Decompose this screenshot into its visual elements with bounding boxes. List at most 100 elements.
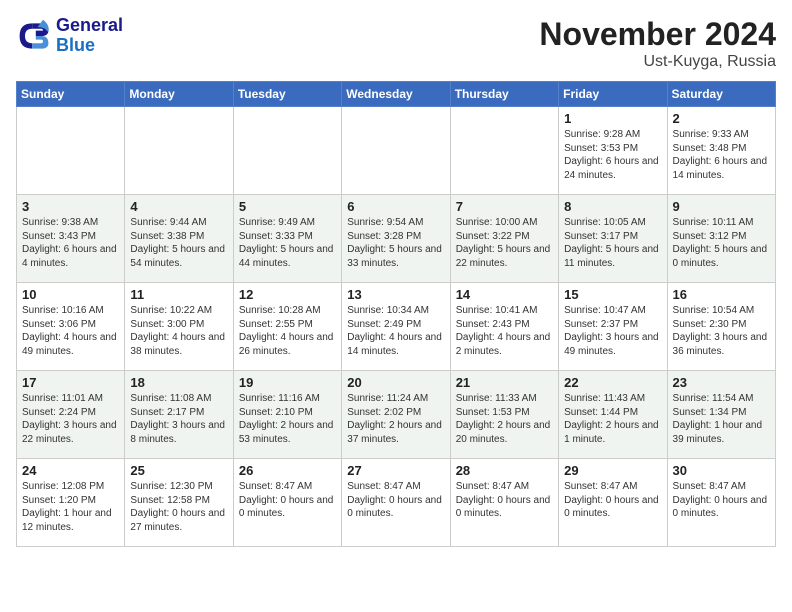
weekday-header: Wednesday — [342, 82, 450, 107]
title-block: November 2024 Ust-Kuyga, Russia — [539, 16, 776, 71]
day-info: Sunrise: 10:28 AM Sunset: 2:55 PM Daylig… — [239, 304, 336, 358]
weekday-header: Monday — [125, 82, 233, 107]
calendar-cell: 22 Sunrise: 11:43 AM Sunset: 1:44 PM Dayl… — [559, 371, 667, 459]
day-info: Sunrise: 11:33 AM Sunset: 1:53 PM Daylig… — [456, 392, 553, 446]
day-info: Sunrise: 10:16 AM Sunset: 3:06 PM Daylig… — [22, 304, 119, 358]
day-info: Sunrise: 10:54 AM Sunset: 2:30 PM Daylig… — [673, 304, 770, 358]
location: Ust-Kuyga, Russia — [539, 53, 776, 71]
calendar-cell: 20 Sunrise: 11:24 AM Sunset: 2:02 PM Dayl… — [342, 371, 450, 459]
calendar-cell: 30 Sunset: 8:47 AM Daylight: 0 hours and … — [667, 459, 775, 547]
day-info: Sunrise: 11:08 AM Sunset: 2:17 PM Daylig… — [130, 392, 227, 446]
logo-general: General — [56, 16, 123, 36]
weekday-header: Friday — [559, 82, 667, 107]
calendar-cell: 29Sunset: 8:47 AM Daylight: 0 hours and … — [559, 459, 667, 547]
day-info: Sunset: 8:47 AM Daylight: 0 hours and 0 … — [456, 480, 553, 521]
calendar-cell — [342, 107, 450, 195]
day-info: Sunrise: 11:24 AM Sunset: 2:02 PM Daylig… — [347, 392, 444, 446]
day-info: Sunset: 8:47 AM Daylight: 0 hours and 0 … — [347, 480, 444, 521]
day-number: 6 — [347, 199, 444, 214]
calendar-cell — [450, 107, 558, 195]
day-number: 23 — [673, 375, 770, 390]
day-info: Sunrise: 10:41 AM Sunset: 2:43 PM Daylig… — [456, 304, 553, 358]
calendar-cell: 15Sunrise: 10:47 AM Sunset: 2:37 PM Dayl… — [559, 283, 667, 371]
day-info: Sunrise: 10:00 AM Sunset: 3:22 PM Daylig… — [456, 216, 553, 270]
day-number: 10 — [22, 287, 119, 302]
day-number: 30 — [673, 463, 770, 478]
calendar-cell: 19Sunrise: 11:16 AM Sunset: 2:10 PM Dayl… — [233, 371, 341, 459]
day-number: 26 — [239, 463, 336, 478]
day-number: 25 — [130, 463, 227, 478]
calendar-cell: 2 Sunrise: 9:33 AM Sunset: 3:48 PM Daylig… — [667, 107, 775, 195]
calendar-cell: 13Sunrise: 10:34 AM Sunset: 2:49 PM Dayl… — [342, 283, 450, 371]
day-number: 13 — [347, 287, 444, 302]
calendar-cell: 28 Sunset: 8:47 AM Daylight: 0 hours and … — [450, 459, 558, 547]
day-info: Sunrise: 11:01 AM Sunset: 2:24 PM Daylig… — [22, 392, 119, 446]
calendar-cell: 21 Sunrise: 11:33 AM Sunset: 1:53 PM Dayl… — [450, 371, 558, 459]
weekday-header: Thursday — [450, 82, 558, 107]
day-number: 27 — [347, 463, 444, 478]
calendar-cell: 11 Sunrise: 10:22 AM Sunset: 3:00 PM Dayl… — [125, 283, 233, 371]
logo-icon — [16, 18, 52, 54]
calendar-week-row: 17 Sunrise: 11:01 AM Sunset: 2:24 PM Dayl… — [17, 371, 776, 459]
day-info: Sunrise: 10:11 AM Sunset: 3:12 PM Daylig… — [673, 216, 770, 270]
day-number: 18 — [130, 375, 227, 390]
calendar-cell: 16Sunrise: 10:54 AM Sunset: 2:30 PM Dayl… — [667, 283, 775, 371]
calendar-week-row: 10 Sunrise: 10:16 AM Sunset: 3:06 PM Dayl… — [17, 283, 776, 371]
calendar-cell: 1 Sunrise: 9:28 AM Sunset: 3:53 PM Daylig… — [559, 107, 667, 195]
calendar-cell: 18 Sunrise: 11:08 AM Sunset: 2:17 PM Dayl… — [125, 371, 233, 459]
day-number: 5 — [239, 199, 336, 214]
calendar-cell: 25 Sunrise: 12:30 PM Sunset: 12:58 PM Day… — [125, 459, 233, 547]
calendar-week-row: 1 Sunrise: 9:28 AM Sunset: 3:53 PM Daylig… — [17, 107, 776, 195]
day-number: 1 — [564, 111, 661, 126]
day-info: Sunrise: 9:28 AM Sunset: 3:53 PM Dayligh… — [564, 128, 661, 182]
calendar-cell: 6Sunrise: 9:54 AM Sunset: 3:28 PM Daylig… — [342, 195, 450, 283]
day-number: 12 — [239, 287, 336, 302]
day-info: Sunrise: 11:54 AM Sunset: 1:34 PM Daylig… — [673, 392, 770, 446]
calendar-cell: 4Sunrise: 9:44 AM Sunset: 3:38 PM Daylig… — [125, 195, 233, 283]
calendar-week-row: 24 Sunrise: 12:08 PM Sunset: 1:20 PM Dayl… — [17, 459, 776, 547]
day-info: Sunrise: 12:30 PM Sunset: 12:58 PM Dayli… — [130, 480, 227, 534]
day-number: 28 — [456, 463, 553, 478]
calendar-cell: 12 Sunrise: 10:28 AM Sunset: 2:55 PM Dayl… — [233, 283, 341, 371]
calendar-cell: 7Sunrise: 10:00 AM Sunset: 3:22 PM Dayli… — [450, 195, 558, 283]
calendar-cell — [17, 107, 125, 195]
day-info: Sunrise: 10:22 AM Sunset: 3:00 PM Daylig… — [130, 304, 227, 358]
day-info: Sunset: 8:47 AM Daylight: 0 hours and 0 … — [564, 480, 661, 521]
calendar-cell: 17 Sunrise: 11:01 AM Sunset: 2:24 PM Dayl… — [17, 371, 125, 459]
calendar-cell: 24 Sunrise: 12:08 PM Sunset: 1:20 PM Dayl… — [17, 459, 125, 547]
day-number: 3 — [22, 199, 119, 214]
logo-blue: Blue — [56, 36, 123, 56]
day-number: 22 — [564, 375, 661, 390]
day-info: Sunset: 8:47 AM Daylight: 0 hours and 0 … — [239, 480, 336, 521]
calendar-cell: 10 Sunrise: 10:16 AM Sunset: 3:06 PM Dayl… — [17, 283, 125, 371]
calendar-cell: 3 Sunrise: 9:38 AM Sunset: 3:43 PM Daylig… — [17, 195, 125, 283]
weekday-header-row: SundayMondayTuesdayWednesdayThursdayFrid… — [17, 82, 776, 107]
day-number: 17 — [22, 375, 119, 390]
day-info: Sunrise: 9:49 AM Sunset: 3:33 PM Dayligh… — [239, 216, 336, 270]
day-number: 2 — [673, 111, 770, 126]
day-number: 11 — [130, 287, 227, 302]
day-number: 8 — [564, 199, 661, 214]
day-number: 24 — [22, 463, 119, 478]
day-number: 14 — [456, 287, 553, 302]
logo-text: General Blue — [56, 16, 123, 56]
calendar-cell: 26 Sunset: 8:47 AM Daylight: 0 hours and … — [233, 459, 341, 547]
calendar-table: SundayMondayTuesdayWednesdayThursdayFrid… — [16, 81, 776, 547]
calendar-cell: 8Sunrise: 10:05 AM Sunset: 3:17 PM Dayli… — [559, 195, 667, 283]
day-info: Sunrise: 12:08 PM Sunset: 1:20 PM Daylig… — [22, 480, 119, 534]
day-number: 21 — [456, 375, 553, 390]
calendar-cell — [233, 107, 341, 195]
logo: General Blue — [16, 16, 123, 56]
calendar-week-row: 3 Sunrise: 9:38 AM Sunset: 3:43 PM Daylig… — [17, 195, 776, 283]
day-info: Sunrise: 9:44 AM Sunset: 3:38 PM Dayligh… — [130, 216, 227, 270]
day-number: 15 — [564, 287, 661, 302]
day-info: Sunrise: 11:43 AM Sunset: 1:44 PM Daylig… — [564, 392, 661, 446]
calendar-cell: 5 Sunrise: 9:49 AM Sunset: 3:33 PM Daylig… — [233, 195, 341, 283]
day-info: Sunset: 8:47 AM Daylight: 0 hours and 0 … — [673, 480, 770, 521]
day-number: 20 — [347, 375, 444, 390]
day-info: Sunrise: 9:33 AM Sunset: 3:48 PM Dayligh… — [673, 128, 770, 182]
day-info: Sunrise: 9:38 AM Sunset: 3:43 PM Dayligh… — [22, 216, 119, 270]
calendar-cell: 14 Sunrise: 10:41 AM Sunset: 2:43 PM Dayl… — [450, 283, 558, 371]
month-title: November 2024 — [539, 16, 776, 53]
calendar-cell: 27 Sunset: 8:47 AM Daylight: 0 hours and … — [342, 459, 450, 547]
